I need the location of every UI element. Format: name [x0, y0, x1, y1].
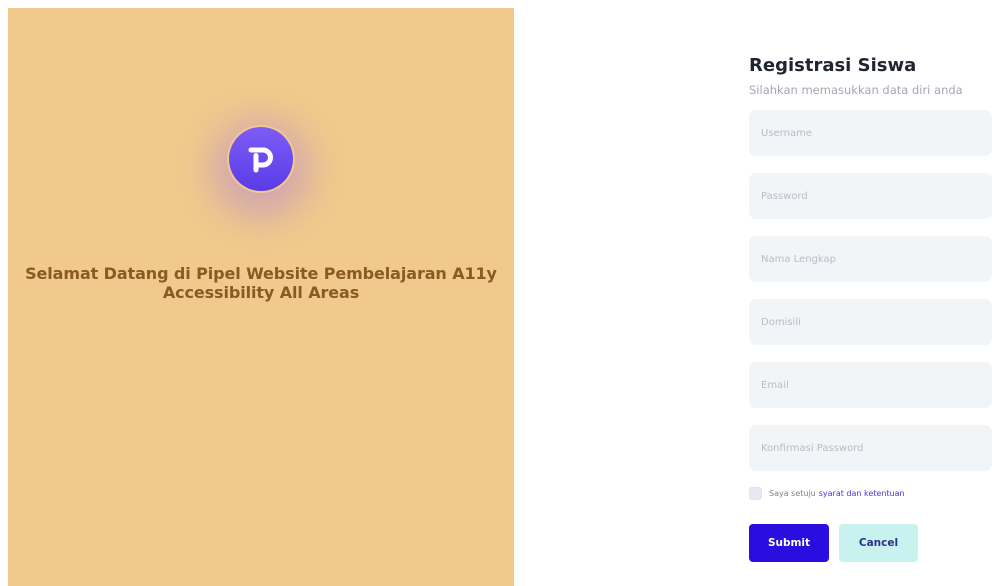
username-input[interactable] [749, 110, 992, 156]
welcome-heading-line1: Selamat Datang di Pipel Website Pembelaj… [25, 264, 497, 283]
cancel-button[interactable]: Cancel [839, 524, 918, 562]
form-title: Registrasi Siswa [749, 55, 917, 76]
confirm-password-input[interactable] [749, 425, 992, 471]
fullname-input[interactable] [749, 236, 992, 282]
email-input[interactable] [749, 362, 992, 408]
domicile-input[interactable] [749, 299, 992, 345]
welcome-heading-line2: Accessibility All Areas [162, 283, 360, 302]
terms-agreement: Saya setuju syarat dan ketentuan [749, 487, 905, 500]
registration-page: Selamat Datang di Pipel Website Pembelaj… [0, 0, 992, 586]
password-input[interactable] [749, 173, 992, 219]
terms-label: Saya setuju [769, 489, 816, 498]
logo-glyph [248, 147, 273, 173]
submit-button[interactable]: Submit [749, 524, 829, 562]
welcome-panel: Selamat Datang di Pipel Website Pembelaj… [8, 8, 514, 586]
welcome-heading: Selamat Datang di Pipel Website Pembelaj… [8, 264, 514, 302]
terms-link[interactable]: syarat dan ketentuan [819, 489, 905, 498]
terms-checkbox[interactable] [749, 487, 762, 500]
form-subtitle: Silahkan memasukkan data diri anda [749, 83, 963, 97]
pipel-logo-icon [229, 127, 293, 191]
registration-form: Registrasi Siswa Silahkan memasukkan dat… [749, 0, 992, 586]
